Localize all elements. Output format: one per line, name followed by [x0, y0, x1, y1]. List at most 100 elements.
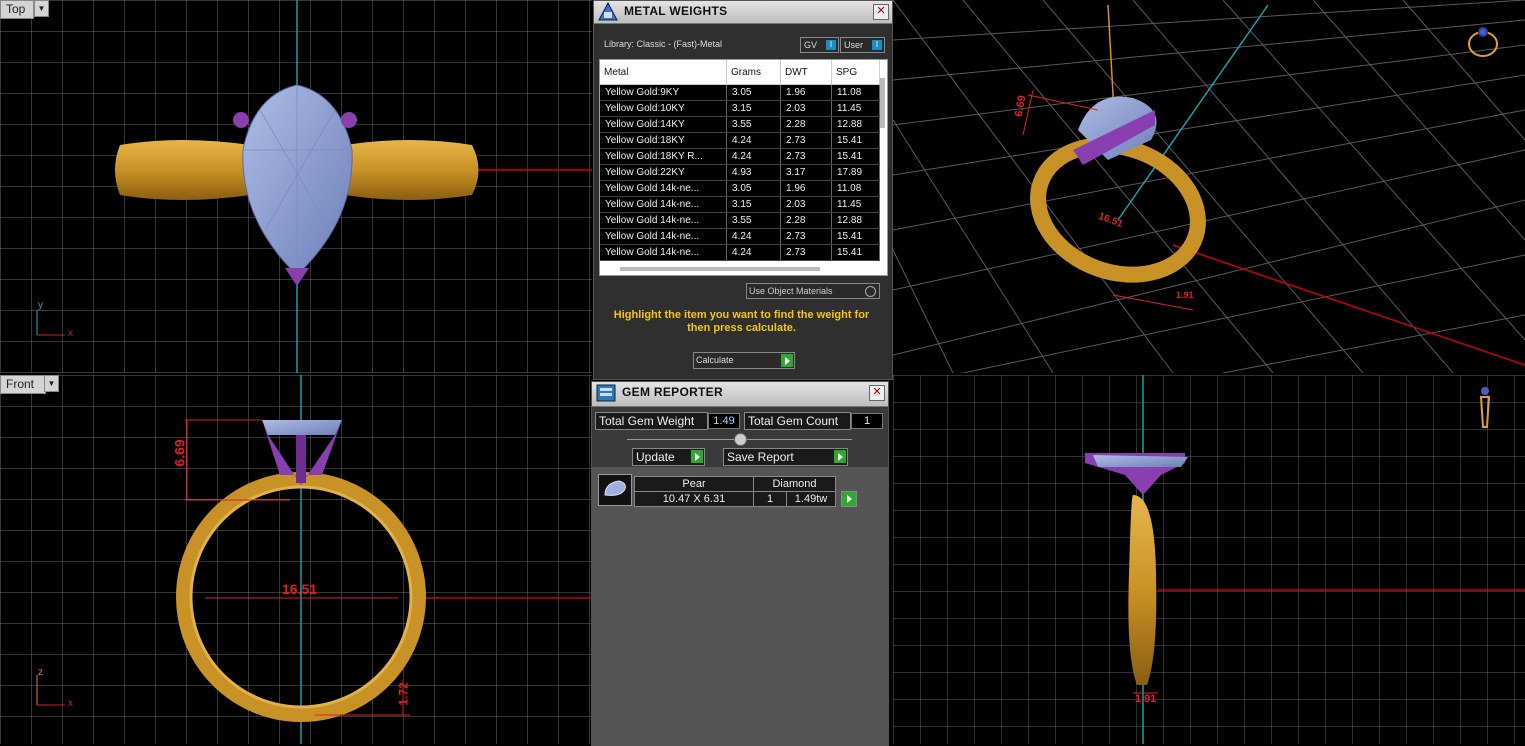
gem-thumbnail[interactable] [598, 474, 632, 506]
axis-x-label: x [68, 328, 73, 339]
cell-dwt: 2.28 [780, 212, 832, 229]
user-label: User [844, 40, 864, 50]
table-row[interactable]: Yellow Gold:9KY 3.05 1.96 11.08 [600, 84, 880, 101]
pear-gem-icon [604, 480, 626, 496]
gv-toggle[interactable]: GV I [800, 37, 839, 53]
use-object-materials-toggle[interactable]: Use Object Materials [746, 283, 880, 299]
cell-dwt: 2.03 [780, 196, 832, 213]
viewport-front[interactable]: 6.69 16.51 1.72 z x Front ▼ [0, 375, 592, 744]
table-row[interactable]: Yellow Gold 14k-ne... 4.24 2.73 15.41 [600, 244, 880, 261]
cell-spg: 15.41 [831, 132, 880, 149]
shank-left [115, 140, 250, 200]
view-cube-icon[interactable] [1465, 22, 1505, 62]
cell-spg: 15.41 [831, 228, 880, 245]
metal-table-wrap[interactable]: Metal Grams DWT SPG Yellow Gold:9KY 3.05 1… [599, 59, 888, 276]
update-button[interactable]: Update [632, 448, 705, 466]
table-row[interactable]: Yellow Gold 14k-ne... 3.15 2.03 11.45 [600, 196, 880, 213]
cell-spg: 11.45 [831, 196, 880, 213]
table-row[interactable]: Yellow Gold 14k-ne... 4.24 2.73 15.41 [600, 228, 880, 245]
cell-spg: 11.08 [831, 180, 880, 197]
cell-dwt: 1.96 [780, 180, 832, 197]
use-object-materials-label: Use Object Materials [749, 286, 833, 296]
user-toggle[interactable]: User I [840, 37, 885, 53]
cell-dwt: 2.73 [780, 228, 832, 245]
table-row[interactable]: Yellow Gold:10KY 3.15 2.03 11.45 [600, 100, 880, 117]
cell-metal: Yellow Gold:9KY [600, 84, 727, 101]
cell-metal: Yellow Gold:14KY [600, 116, 727, 133]
side-view-canvas [893, 375, 1525, 744]
gem-row-header: Pear Diamond [634, 476, 836, 492]
play-icon [691, 450, 703, 463]
metal-table: Metal Grams DWT SPG Yellow Gold:9KY 3.05 1… [600, 60, 880, 261]
gv-label: GV [804, 40, 818, 50]
play-icon [781, 354, 793, 367]
library-label: Library: Classic - (Fast)-Metal [604, 39, 723, 49]
cell-metal: Yellow Gold 14k-ne... [600, 228, 727, 245]
chevron-down-icon[interactable]: ▼ [34, 0, 49, 17]
gem-reporter-icon [596, 384, 616, 402]
cell-spg: 15.41 [831, 244, 880, 261]
axis-y-label: y [38, 300, 43, 311]
cell-metal: Yellow Gold:22KY [600, 164, 727, 181]
metal-weights-panel: METAL WEIGHTS ✕ Library: Classic - (Fast… [593, 0, 893, 380]
cell-metal: Yellow Gold 14k-ne... [600, 212, 727, 229]
dim-band-label: 1.72 [396, 682, 411, 706]
table-row[interactable]: Yellow Gold 14k-ne... 3.55 2.28 12.88 [600, 212, 880, 229]
perspective-view-canvas [893, 0, 1525, 373]
col-grams[interactable]: Grams [726, 60, 781, 85]
table-vertical-scrollbar[interactable] [880, 78, 885, 128]
gem-row-values: 10.47 X 6.31 1 1.49tw [634, 491, 836, 507]
chevron-down-icon[interactable]: ▼ [44, 375, 59, 392]
table-row[interactable]: Yellow Gold:22KY 4.93 3.17 17.89 [600, 164, 880, 181]
cell-spg: 11.45 [831, 100, 880, 117]
save-report-button[interactable]: Save Report [723, 448, 848, 466]
total-gem-weight-value: 1.49 [708, 413, 740, 429]
dim-inner-label: 16.51 [282, 581, 318, 597]
viewport-side[interactable]: 1.91 [893, 375, 1525, 744]
metal-weights-titlebar[interactable]: METAL WEIGHTS ✕ [594, 1, 892, 24]
cell-grams: 3.55 [726, 116, 781, 133]
gem-table[interactable]: Pear Diamond 10.47 X 6.31 1 1.49tw [634, 476, 836, 507]
cell-spg: 17.89 [831, 164, 880, 181]
total-gem-count-label: Total Gem Count [744, 412, 851, 430]
col-dwt[interactable]: DWT [780, 60, 832, 85]
gem-size: 10.47 X 6.31 [634, 491, 754, 507]
total-gem-count-value: 1 [851, 413, 883, 429]
cell-spg: 12.88 [831, 116, 880, 133]
viewport-top-label[interactable]: Top [0, 0, 34, 19]
col-spg[interactable]: SPG [831, 60, 880, 85]
calculate-label: Calculate [696, 355, 734, 365]
cell-dwt: 2.73 [780, 244, 832, 261]
table-row[interactable]: Yellow Gold:18KY 4.24 2.73 15.41 [600, 132, 880, 149]
play-icon [847, 495, 852, 503]
viewport-top[interactable]: y x Top ▼ [0, 0, 592, 373]
gem-reporter-titlebar[interactable]: GEM REPORTER ✕ [592, 382, 888, 407]
collapse-toggle[interactable] [734, 433, 747, 446]
table-row[interactable]: Yellow Gold:18KY R... 4.24 2.73 15.41 [600, 148, 880, 165]
metal-weights-title: METAL WEIGHTS [624, 4, 728, 18]
total-gem-weight-label: Total Gem Weight [595, 412, 708, 430]
axis-x-front-label: x [68, 698, 73, 709]
viewport-front-label[interactable]: Front [0, 375, 46, 394]
table-row[interactable]: Yellow Gold 14k-ne... 3.05 1.96 11.08 [600, 180, 880, 197]
col-metal[interactable]: Metal [600, 60, 727, 85]
table-horizontal-scrollbar[interactable] [620, 267, 820, 271]
gv-toggle-mark: I [826, 40, 836, 50]
user-toggle-mark: I [872, 40, 882, 50]
top-view-canvas [0, 0, 592, 373]
cell-dwt: 2.73 [780, 148, 832, 165]
gem-type: Diamond [753, 476, 836, 492]
close-icon[interactable]: ✕ [873, 4, 889, 20]
close-icon[interactable]: ✕ [869, 385, 885, 401]
view-cube-side-icon[interactable] [1475, 383, 1495, 433]
front-view-canvas [0, 375, 592, 744]
calculate-button[interactable]: Calculate [693, 352, 795, 369]
dim-persp-c: 1.91 [1176, 290, 1194, 300]
gem-detail-button[interactable] [841, 491, 857, 507]
radio-icon [865, 286, 876, 297]
viewport-perspective[interactable]: 6.69 16.51 1.91 [893, 0, 1525, 373]
shank-right [345, 140, 479, 200]
metal-weights-hint: Highlight the item you want to find the … [613, 309, 870, 334]
play-icon [834, 450, 846, 463]
table-row[interactable]: Yellow Gold:14KY 3.55 2.28 12.88 [600, 116, 880, 133]
